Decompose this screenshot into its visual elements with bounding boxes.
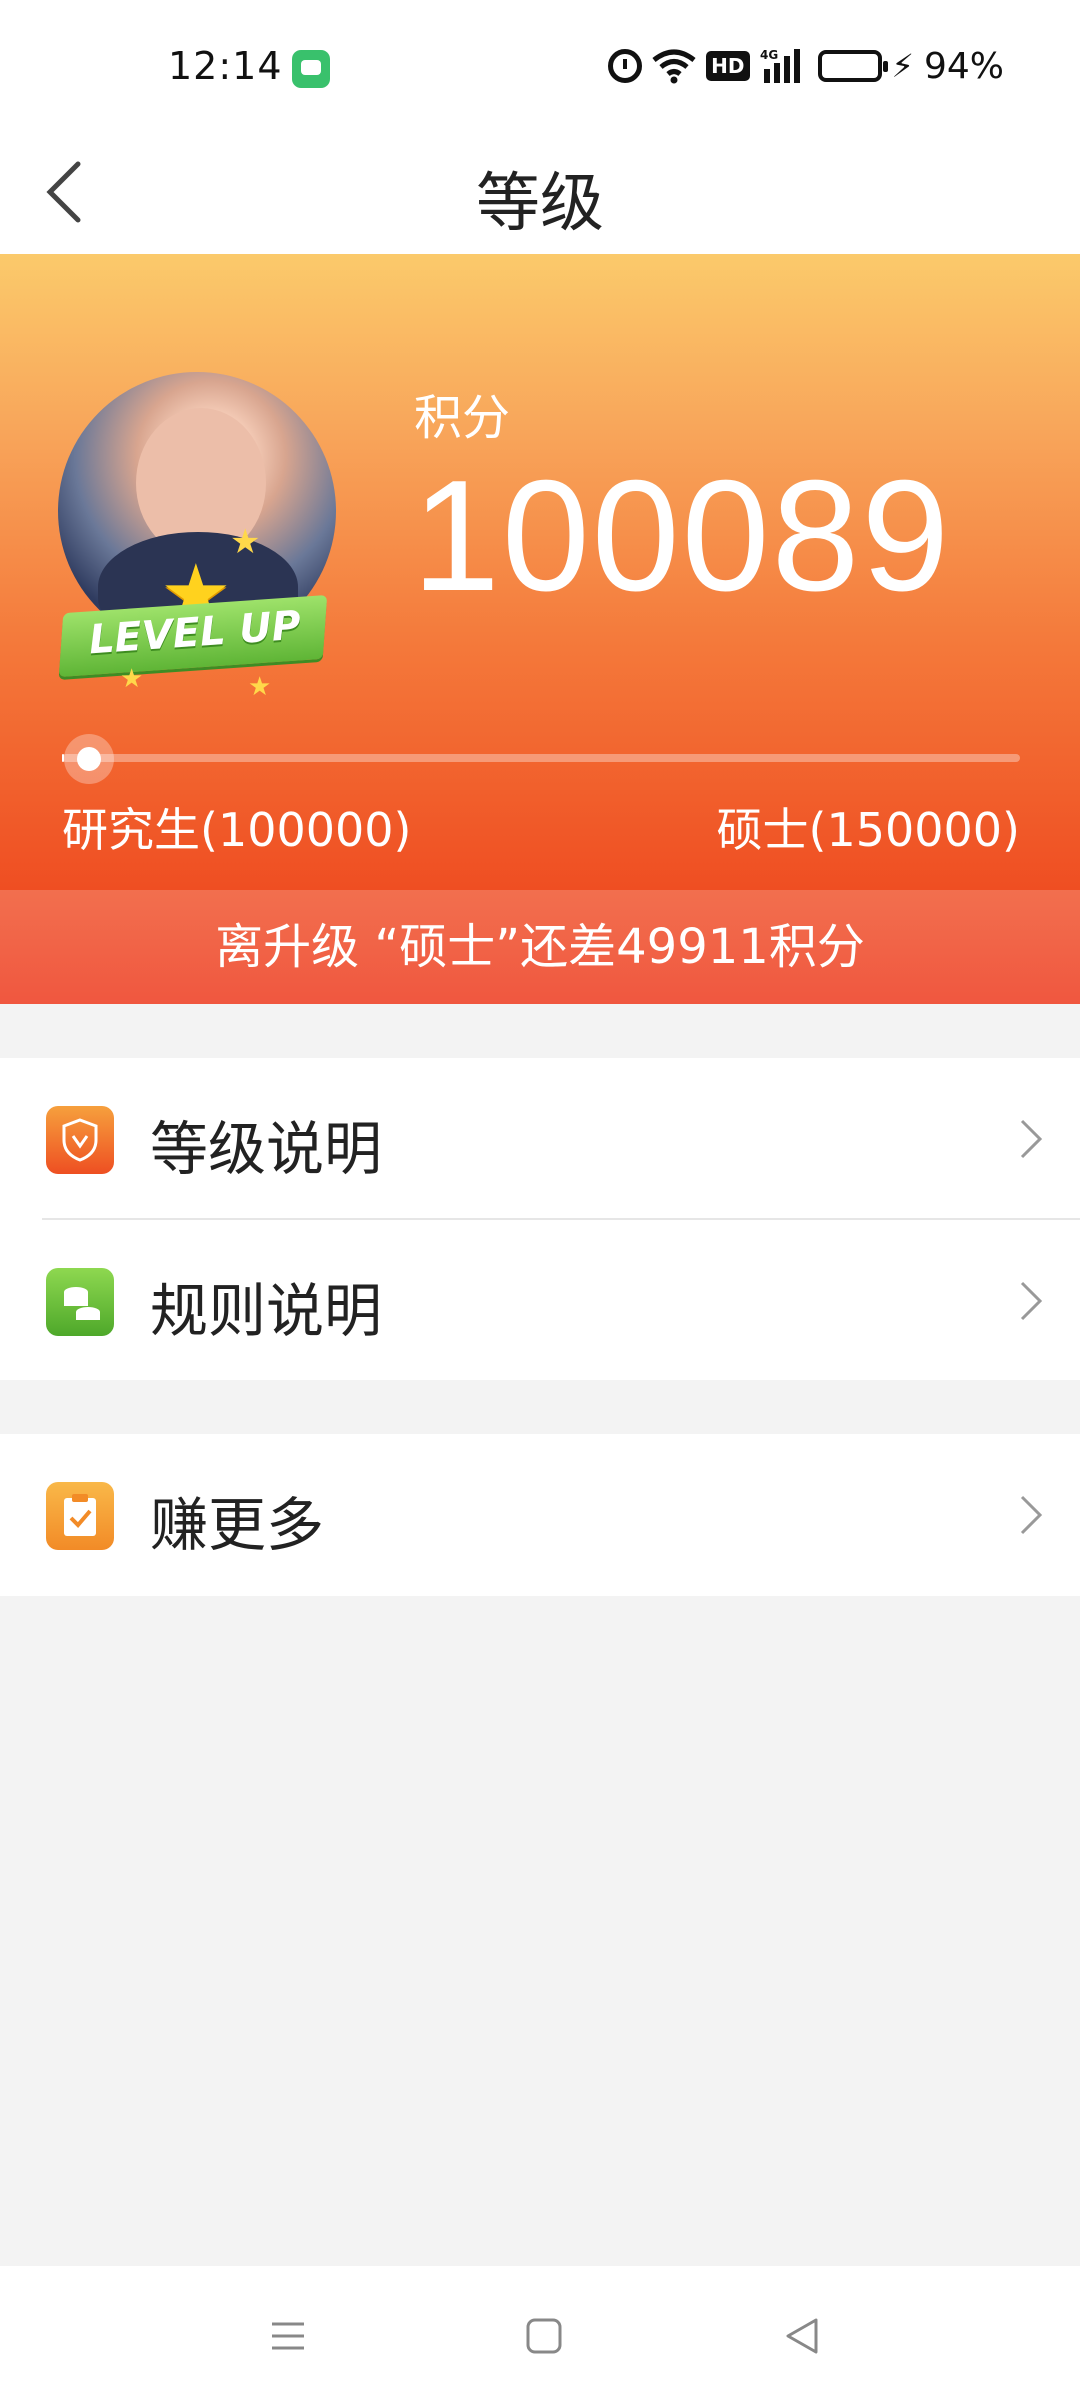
status-time: 12:14 — [168, 44, 283, 88]
alarm-icon — [608, 49, 643, 83]
charging-bolt-icon: ⚡ — [891, 47, 914, 85]
points-label: 积分 — [414, 390, 511, 446]
menu-item-earn-more[interactable]: 赚更多 — [0, 1434, 1080, 1596]
menu-group-info: 等级说明 规则说明 — [0, 1058, 1080, 1380]
menu-group-earn: 赚更多 — [0, 1434, 1080, 1596]
chevron-right-icon — [1010, 1489, 1050, 1541]
svg-text:4G: 4G — [760, 48, 778, 62]
current-level-label: 研究生(100000) — [62, 803, 412, 857]
level-progress-knob — [64, 734, 114, 784]
page-title: 等级 — [476, 167, 604, 241]
status-icons: HD 4G ⚡ 94% — [608, 44, 1004, 88]
level-progress-track — [62, 754, 1020, 762]
clipboard-check-icon — [46, 1482, 114, 1550]
battery-icon — [817, 50, 888, 82]
menu-item-label: 规则说明 — [150, 1277, 383, 1345]
message-app-icon — [292, 50, 330, 88]
upgrade-banner: 离升级 “硕士”还差49911积分 — [0, 890, 1080, 1004]
screen: 12:14 HD 4G ⚡ 94% 等级 ★ LEVEL UP ★ ★ ★ 积分… — [0, 0, 1080, 2400]
chevron-right-icon — [1010, 1113, 1050, 1165]
next-level-label: 硕士(150000) — [716, 803, 1021, 857]
back-triangle-icon[interactable] — [772, 2306, 832, 2366]
sparkle-icon: ★ — [230, 522, 261, 562]
sparkle-icon: ★ — [248, 672, 272, 702]
shield-icon — [46, 1106, 114, 1174]
menu-icon[interactable] — [258, 2306, 318, 2366]
menu-item-rules[interactable]: 规则说明 — [0, 1220, 1080, 1382]
status-bar: 12:14 HD 4G ⚡ 94% — [0, 0, 1080, 130]
app-header: 等级 — [0, 130, 1080, 254]
home-square-icon[interactable] — [514, 2306, 574, 2366]
menu-item-level-info[interactable]: 等级说明 — [0, 1058, 1080, 1220]
battery-percent: 94% — [923, 45, 1004, 87]
level-hero: ★ LEVEL UP ★ ★ ★ 积分 100089 研究生(100000) 硕… — [0, 254, 1080, 890]
coins-icon — [46, 1268, 114, 1336]
menu-item-label: 等级说明 — [150, 1115, 383, 1183]
signal-4g-icon: 4G — [760, 47, 808, 85]
menu-item-label: 赚更多 — [150, 1491, 325, 1559]
points-value: 100089 — [412, 448, 952, 624]
system-nav-bar — [0, 2266, 1080, 2400]
wifi-icon — [652, 48, 696, 84]
chevron-right-icon — [1010, 1275, 1050, 1327]
hd-icon: HD — [706, 51, 750, 81]
sparkle-icon: ★ — [120, 664, 144, 694]
